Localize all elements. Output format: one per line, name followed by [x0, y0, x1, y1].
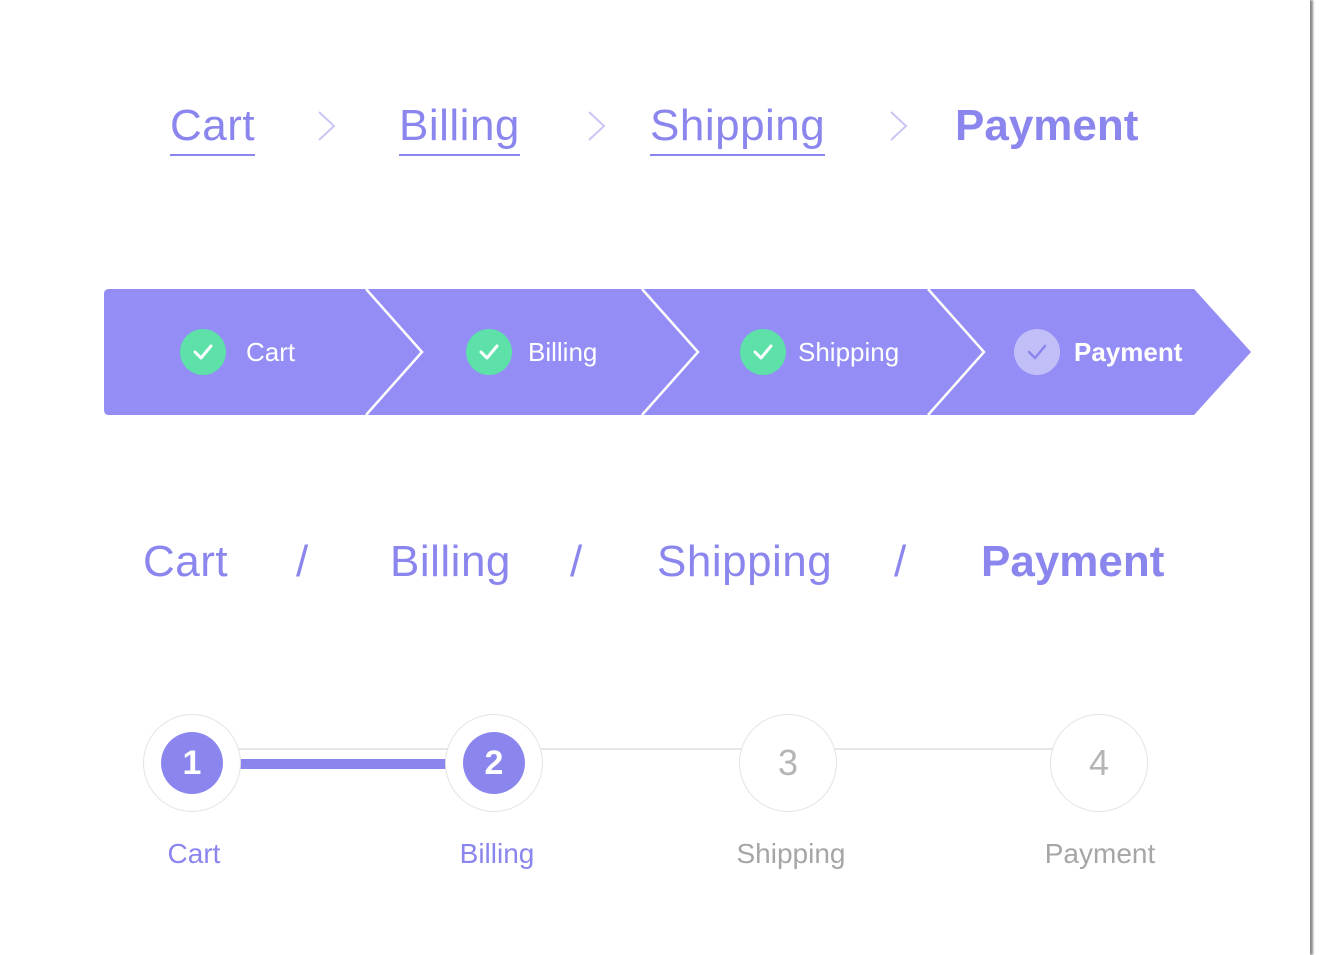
step-label-payment: Payment — [1044, 838, 1156, 869]
breadcrumb-link-cart[interactable]: Cart — [170, 100, 256, 156]
step-circle-2[interactable]: 2 — [445, 714, 543, 812]
breadcrumb-current-payment: Payment — [955, 101, 1139, 150]
step-circle-1[interactable]: 1 — [143, 714, 241, 812]
step-circle-4[interactable]: 4 — [1050, 714, 1148, 812]
breadcrumb-link-billing[interactable]: Billing — [399, 100, 520, 156]
slash-separator: / — [296, 537, 309, 586]
breadcrumb-link-label: Shipping — [650, 101, 826, 156]
arrow-step-label: Payment — [1074, 336, 1183, 367]
arrow-step-label: Cart — [246, 336, 296, 367]
breadcrumb-link-label: Billing — [399, 101, 520, 156]
step-number: 1 — [161, 732, 223, 794]
check-icon — [466, 329, 512, 375]
slash-link-billing[interactable]: Billing — [390, 536, 511, 588]
slash-link-shipping[interactable]: Shipping — [657, 536, 832, 588]
arrow-step-cart[interactable]: Cart — [180, 289, 295, 415]
slash-current-payment: Payment — [981, 537, 1165, 586]
slash-link-cart[interactable]: Cart — [143, 536, 228, 588]
arrow-step-shipping[interactable]: Shipping — [740, 289, 899, 415]
arrow-step-label: Billing — [528, 336, 598, 367]
step-label-shipping: Shipping — [736, 838, 846, 869]
step-label-cart: Cart — [167, 838, 221, 869]
chevron-right-icon — [318, 111, 336, 141]
breadcrumb-link-shipping[interactable]: Shipping — [650, 100, 826, 156]
step-number: 2 — [463, 732, 525, 794]
arrow-step-bar: Cart Billing Shipping Payment — [104, 289, 1254, 415]
progress-track — [192, 749, 1100, 750]
breadcrumb-link-label: Cart — [170, 101, 256, 156]
chevron-right-icon — [890, 111, 908, 141]
check-icon — [180, 329, 226, 375]
check-icon — [1014, 329, 1060, 375]
arrow-step-label: Shipping — [798, 336, 900, 367]
chevron-right-icon — [588, 111, 606, 141]
arrow-step-payment[interactable]: Payment — [1014, 289, 1182, 415]
step-circle-3[interactable]: 3 — [739, 714, 837, 812]
check-icon — [740, 329, 786, 375]
slash-separator: / — [570, 537, 583, 586]
step-number: 3 — [777, 742, 799, 783]
step-label-billing: Billing — [459, 838, 535, 869]
arrow-step-billing[interactable]: Billing — [466, 289, 597, 415]
slash-separator: / — [894, 537, 907, 586]
step-number: 4 — [1088, 742, 1110, 783]
content-panel: Cart Billing Shipping Payment Cart Billi… — [0, 0, 1310, 955]
